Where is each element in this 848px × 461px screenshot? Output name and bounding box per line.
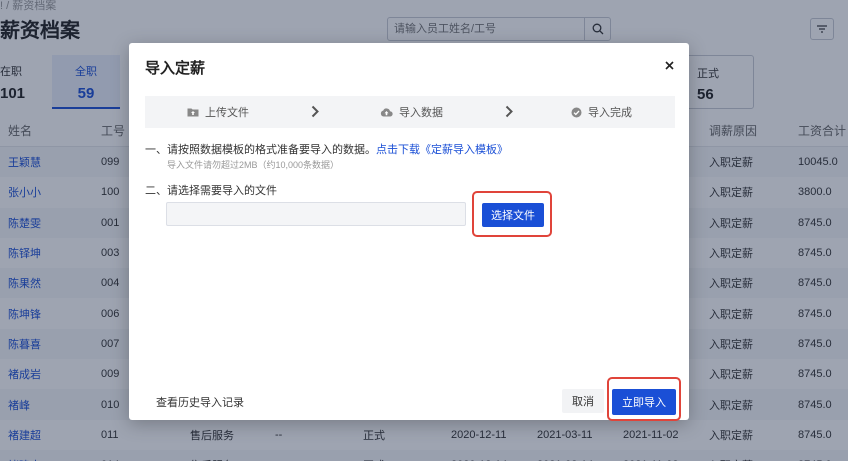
folder-upload-icon [187, 108, 199, 117]
import-now-button[interactable]: 立即导入 [612, 389, 676, 415]
cloud-upload-icon [380, 108, 393, 117]
instruction-step-1: 一、请按照数据模板的格式准备要导入的数据。点击下载《定薪导入模板》 [145, 141, 508, 157]
cancel-button[interactable]: 取消 [562, 389, 604, 413]
choose-file-button[interactable]: 选择文件 [482, 203, 544, 227]
file-size-note: 导入文件请勿超过2MB（约10,000条数据） [167, 160, 340, 170]
file-path-input[interactable] [166, 202, 466, 226]
check-circle-icon [571, 107, 582, 117]
close-button[interactable] [659, 55, 679, 75]
chevron-right-icon [505, 105, 513, 118]
instruction-text: 一、请按照数据模板的格式准备要导入的数据。 [145, 144, 376, 156]
step-label: 导入完成 [588, 107, 632, 119]
import-modal: 导入定薪 上传文件 导入数据 导入完成 一、请按照数据模板的格式准备要导入的数据… [129, 43, 689, 421]
chevron-right-icon [311, 105, 319, 118]
instruction-step-2: 二、请选择需要导入的文件 [145, 185, 277, 197]
download-template-link[interactable]: 点击下载《定薪导入模板》 [376, 144, 508, 156]
close-icon [664, 60, 674, 70]
step-done: 导入完成 [571, 96, 632, 128]
step-label: 导入数据 [399, 107, 443, 119]
modal-title: 导入定薪 [145, 60, 206, 77]
step-import: 导入数据 [380, 96, 443, 128]
steps-bar: 上传文件 导入数据 导入完成 [145, 96, 675, 128]
step-label: 上传文件 [205, 107, 249, 119]
step-upload: 上传文件 [187, 96, 249, 128]
import-history-link[interactable]: 查看历史导入记录 [156, 394, 244, 410]
